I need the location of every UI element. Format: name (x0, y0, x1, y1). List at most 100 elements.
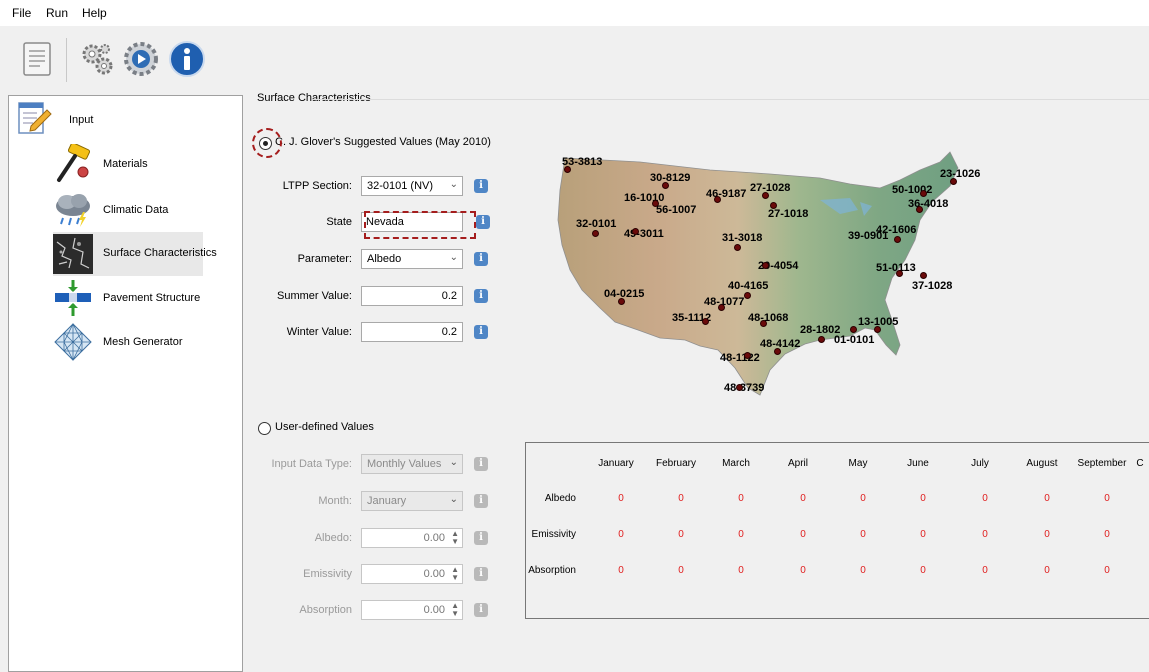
table-cell[interactable]: 0 (913, 529, 933, 540)
table-cell[interactable]: 0 (853, 565, 873, 576)
station-label[interactable]: 37-1028 (912, 280, 952, 292)
tree-item-input[interactable]: Input (17, 100, 217, 140)
tree-item-mesh-generator[interactable]: Mesh Generator (53, 322, 233, 362)
station-label[interactable]: 27-1028 (750, 182, 790, 194)
tree-item-pavement-structure[interactable]: Pavement Structure (53, 278, 233, 318)
station-label[interactable]: 04-0215 (604, 288, 644, 300)
table-cell[interactable]: 0 (1097, 529, 1117, 540)
table-cell[interactable]: 0 (975, 493, 995, 504)
absorption-stepper[interactable]: 0.00 ▲ ▼ (361, 600, 463, 620)
station-marker[interactable] (592, 230, 599, 237)
station-marker[interactable] (896, 270, 903, 277)
state-info-icon[interactable]: i (476, 215, 490, 229)
emissivity-stepper[interactable]: 0.00 ▲ ▼ (361, 564, 463, 584)
station-marker[interactable] (920, 190, 927, 197)
station-marker[interactable] (774, 348, 781, 355)
station-marker[interactable] (736, 384, 743, 391)
station-marker[interactable] (662, 182, 669, 189)
table-cell[interactable]: 0 (793, 529, 813, 540)
parameter-info-icon[interactable]: i (474, 252, 488, 266)
station-label[interactable]: 39-0901 (848, 230, 888, 242)
station-label[interactable]: 27-1018 (768, 208, 808, 220)
station-label[interactable]: 23-1026 (940, 168, 980, 180)
station-marker[interactable] (718, 304, 725, 311)
input-type-info-icon[interactable]: i (474, 457, 488, 471)
table-cell[interactable]: 0 (671, 529, 691, 540)
albedo-stepper[interactable]: 0.00 ▲ ▼ (361, 528, 463, 548)
menu-run[interactable]: Run (46, 6, 68, 20)
table-cell[interactable]: 0 (1037, 529, 1057, 540)
table-cell[interactable]: 0 (975, 565, 995, 576)
station-marker[interactable] (564, 166, 571, 173)
table-cell[interactable]: 0 (913, 493, 933, 504)
station-label[interactable]: 49-3011 (624, 228, 664, 240)
menu-file[interactable]: File (12, 6, 31, 20)
summer-value-field[interactable]: 0.2 (361, 286, 463, 306)
station-marker[interactable] (762, 192, 769, 199)
station-label[interactable]: 46-9187 (706, 188, 746, 200)
table-cell[interactable]: 0 (1097, 565, 1117, 576)
station-label[interactable]: 48-1122 (720, 352, 760, 364)
month-dropdown[interactable]: January ⌄ (361, 491, 463, 511)
gears-icon[interactable] (78, 40, 116, 78)
table-cell[interactable]: 0 (853, 493, 873, 504)
winter-info-icon[interactable]: i (474, 325, 488, 339)
table-cell[interactable]: 0 (853, 529, 873, 540)
spin-arrows-icon[interactable]: ▲ ▼ (451, 602, 459, 618)
emissivity-info-icon[interactable]: i (474, 567, 488, 581)
absorption-info-icon[interactable]: i (474, 603, 488, 617)
station-marker[interactable] (702, 318, 709, 325)
station-marker[interactable] (632, 228, 639, 235)
station-marker[interactable] (618, 298, 625, 305)
ltpp-info-icon[interactable]: i (474, 179, 488, 193)
summer-info-icon[interactable]: i (474, 289, 488, 303)
info-icon[interactable] (168, 40, 206, 78)
albedo-info-icon[interactable]: i (474, 531, 488, 545)
table-cell[interactable]: 0 (611, 565, 631, 576)
tree-item-materials[interactable]: Materials (53, 142, 233, 184)
station-label[interactable]: 01-0101 (834, 334, 874, 346)
input-data-type-dropdown[interactable]: Monthly Values ⌄ (361, 454, 463, 474)
station-marker[interactable] (652, 200, 659, 207)
station-marker[interactable] (850, 326, 857, 333)
station-label[interactable]: 36-4018 (908, 198, 948, 210)
station-marker[interactable] (950, 178, 957, 185)
ltpp-section-dropdown[interactable]: 32-0101 (NV) ⌄ (361, 176, 463, 196)
station-label[interactable]: 32-0101 (576, 218, 616, 230)
station-label[interactable]: 30-8129 (650, 172, 690, 184)
station-marker[interactable] (714, 196, 721, 203)
station-marker[interactable] (920, 272, 927, 279)
month-info-icon[interactable]: i (474, 494, 488, 508)
user-defined-radio[interactable] (258, 422, 271, 435)
spin-arrows-icon[interactable]: ▲ ▼ (451, 566, 459, 582)
menu-help[interactable]: Help (82, 6, 107, 20)
station-marker[interactable] (744, 352, 751, 359)
table-cell[interactable]: 0 (731, 565, 751, 576)
document-icon[interactable] (18, 40, 56, 78)
table-cell[interactable]: 0 (611, 493, 631, 504)
station-marker[interactable] (916, 206, 923, 213)
station-marker[interactable] (762, 262, 769, 269)
tree-item-climatic-data[interactable]: Climatic Data (53, 190, 233, 230)
station-label[interactable]: 48-4142 (760, 338, 800, 350)
station-marker[interactable] (894, 236, 901, 243)
table-cell[interactable]: 0 (975, 529, 995, 540)
table-cell[interactable]: 0 (1037, 565, 1057, 576)
station-marker[interactable] (760, 320, 767, 327)
station-label[interactable]: 56-1007 (656, 204, 696, 216)
table-cell[interactable]: 0 (731, 493, 751, 504)
parameter-dropdown[interactable]: Albedo ⌄ (361, 249, 463, 269)
spin-arrows-icon[interactable]: ▲ ▼ (451, 530, 459, 546)
station-label[interactable]: 31-3018 (722, 232, 762, 244)
table-cell[interactable]: 0 (1097, 493, 1117, 504)
table-cell[interactable]: 0 (793, 493, 813, 504)
table-cell[interactable]: 0 (731, 529, 751, 540)
station-marker[interactable] (770, 202, 777, 209)
table-cell[interactable]: 0 (1037, 493, 1057, 504)
table-cell[interactable]: 0 (913, 565, 933, 576)
station-marker[interactable] (744, 292, 751, 299)
table-cell[interactable]: 0 (671, 565, 691, 576)
station-marker[interactable] (874, 326, 881, 333)
table-cell[interactable]: 0 (793, 565, 813, 576)
tree-item-surface-characteristics[interactable]: Surface Characteristics (53, 232, 217, 276)
